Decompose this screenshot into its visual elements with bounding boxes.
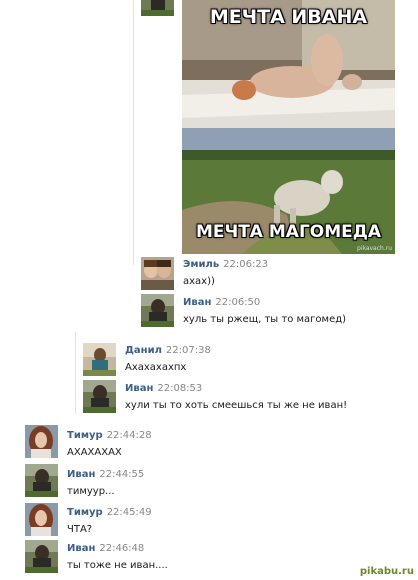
message-item: Иван 22:06:50 хуль ты ржещ, ты то магомед… xyxy=(183,296,346,327)
message-text: хули ты то хоть смеешься ты же не иван! xyxy=(125,400,348,411)
avatar-ivan[interactable] xyxy=(141,294,174,327)
message-time: 22:07:38 xyxy=(165,345,211,356)
author-name[interactable]: Данил xyxy=(125,345,162,356)
message-item: Эмиль 22:06:23 ахах)) xyxy=(183,258,268,289)
meme-top-caption: МЕЧТА ИВАНА xyxy=(209,6,368,28)
avatar-emil[interactable] xyxy=(141,257,174,290)
message-time: 22:06:50 xyxy=(215,297,261,308)
message-text: АХАХАХАХ xyxy=(67,447,122,458)
message-time: 22:06:23 xyxy=(223,259,269,270)
thread-line xyxy=(133,0,134,265)
author-name[interactable]: Иван xyxy=(67,543,95,554)
message-text: тимуур... xyxy=(67,486,115,497)
avatar-ivan[interactable] xyxy=(25,464,58,497)
message-time: 22:44:28 xyxy=(106,430,152,441)
message-text: ахах)) xyxy=(183,276,215,287)
message-item: Иван 22:46:48 ты тоже не иван.... xyxy=(67,542,168,573)
author-name[interactable]: Тимур xyxy=(67,430,103,441)
author-name[interactable]: Иван xyxy=(183,297,211,308)
avatar-danil[interactable] xyxy=(83,343,116,376)
message-text: Ахахахахпх xyxy=(125,362,187,373)
avatar-ivan[interactable] xyxy=(83,380,116,413)
message-time: 22:45:49 xyxy=(106,507,152,518)
message-text: ты тоже не иван.... xyxy=(67,560,168,571)
message-time: 22:46:48 xyxy=(99,543,145,554)
avatar-ivan[interactable] xyxy=(141,0,174,16)
site-watermark: pikabu.ru xyxy=(359,566,414,577)
message-item: Иван 22:44:55 тимуур... xyxy=(67,468,144,499)
message-item: Данил 22:07:38 Ахахахахпх xyxy=(125,344,211,375)
author-name[interactable]: Эмиль xyxy=(183,259,219,270)
message-time: 22:44:55 xyxy=(99,469,145,480)
avatar-timur[interactable] xyxy=(25,425,58,458)
author-name[interactable]: Иван xyxy=(125,383,153,394)
message-text: хуль ты ржещ, ты то магомед) xyxy=(183,314,347,325)
meme-bottom-caption: МЕЧТА МАГОМЕДА xyxy=(195,222,382,242)
avatar-ivan[interactable] xyxy=(25,540,58,573)
avatar-timur[interactable] xyxy=(25,503,58,536)
message-item: Тимур 22:45:49 ЧТА? xyxy=(67,506,152,537)
author-name[interactable]: Иван xyxy=(67,469,95,480)
message-item: Тимур 22:44:28 АХАХАХАХ xyxy=(67,429,152,460)
meme-picture xyxy=(182,0,395,254)
message-text: ЧТА? xyxy=(67,524,93,535)
meme-watermark: pikavach.ru xyxy=(356,245,392,252)
message-item: Иван 22:08:53 хули ты то хоть смеешься ты… xyxy=(125,382,347,413)
meme-image[interactable]: МЕЧТА ИВАНА МЕЧТА МАГОМЕДА pikavach.ru xyxy=(182,0,395,254)
message-time: 22:08:53 xyxy=(157,383,203,394)
thread-line xyxy=(75,332,76,414)
author-name[interactable]: Тимур xyxy=(67,507,103,518)
